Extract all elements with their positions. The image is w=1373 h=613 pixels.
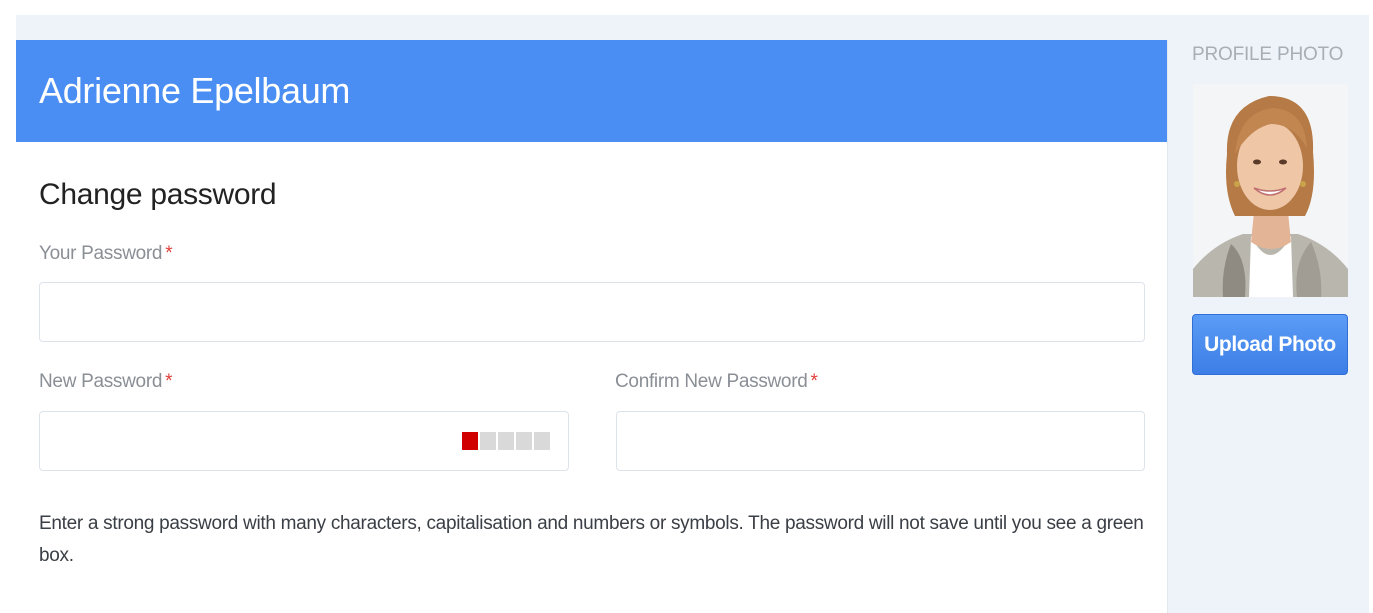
confirm-password-label-text: Confirm New Password <box>615 371 808 392</box>
your-password-label: Your Password * <box>39 243 173 265</box>
password-strength-meter <box>462 432 550 450</box>
strength-segment <box>498 432 514 450</box>
profile-page: Adrienne Epelbaum Change password Your P… <box>0 0 1373 613</box>
required-marker: * <box>165 243 173 264</box>
strength-segment <box>516 432 532 450</box>
required-marker: * <box>165 371 173 392</box>
avatar-portrait-icon <box>1193 84 1348 297</box>
section-title: Change password <box>39 178 277 211</box>
upload-photo-button[interactable]: Upload Photo <box>1192 314 1348 375</box>
profile-photo-heading: PROFILE PHOTO <box>1192 44 1344 65</box>
change-password-card: Adrienne Epelbaum Change password Your P… <box>16 40 1168 613</box>
profile-header: Adrienne Epelbaum <box>16 40 1167 142</box>
new-password-label: New Password * <box>39 371 173 393</box>
strength-segment <box>534 432 550 450</box>
strength-segment <box>462 432 478 450</box>
profile-photo <box>1193 84 1348 297</box>
profile-name: Adrienne Epelbaum <box>39 70 351 111</box>
confirm-password-input[interactable] <box>616 411 1145 471</box>
new-password-label-text: New Password <box>39 371 163 392</box>
your-password-label-text: Your Password <box>39 243 163 264</box>
required-marker: * <box>810 371 818 392</box>
strength-segment <box>480 432 496 450</box>
confirm-password-label: Confirm New Password * <box>615 371 818 393</box>
password-help-text: Enter a strong password with many charac… <box>39 513 1144 566</box>
your-password-input[interactable] <box>39 282 1145 342</box>
